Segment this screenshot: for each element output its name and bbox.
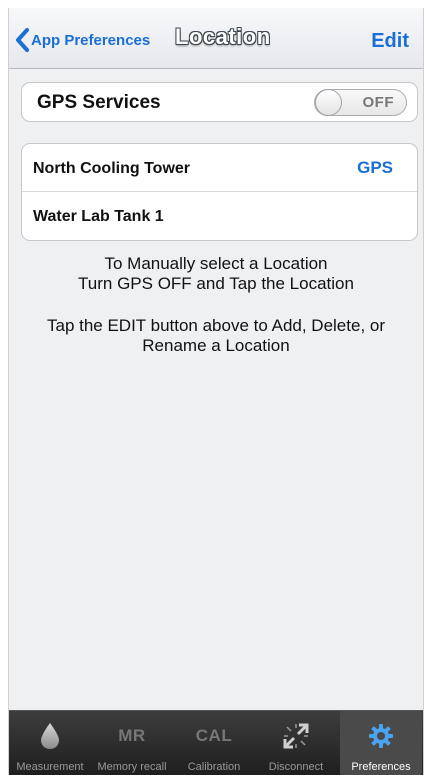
tab-label: Disconnect	[268, 761, 324, 773]
water-drop-icon	[9, 721, 91, 751]
calibration-icon: CAL	[173, 721, 255, 751]
location-name: Water Lab Tank 1	[33, 208, 164, 225]
tab-disconnect[interactable]: Disconnect	[255, 711, 337, 775]
tab-calibration[interactable]: CAL Calibration	[173, 711, 255, 775]
calibration-icon-text: CAL	[195, 726, 233, 745]
gps-location-badge: GPS	[357, 158, 393, 177]
gps-services-row: GPS Services OFF	[21, 82, 418, 122]
back-button[interactable]: App Preferences	[15, 26, 150, 54]
gps-toggle[interactable]: OFF	[314, 89, 407, 116]
tab-label: Measurement	[16, 761, 84, 773]
gps-services-label: GPS Services	[37, 92, 161, 113]
navigation-bar: App Preferences Location Edit	[9, 8, 423, 69]
edit-button[interactable]: Edit	[371, 30, 409, 53]
disconnect-icon	[255, 721, 337, 751]
location-list: North Cooling Tower GPS Water Lab Tank 1	[21, 143, 418, 241]
memory-recall-icon: MR	[91, 721, 173, 751]
memory-recall-icon-text: MR	[118, 726, 146, 745]
toggle-knob	[315, 89, 342, 116]
page-title: Location	[175, 24, 271, 49]
gear-icon	[340, 721, 422, 751]
app-screen: App Preferences Location Edit GPS Servic…	[8, 8, 424, 775]
instruction-line: To Manually select a Location	[104, 254, 328, 273]
edit-instructions: Tap the EDIT button above to Add, Delete…	[9, 316, 423, 356]
tab-memory-recall[interactable]: MR Memory recall	[91, 711, 173, 775]
back-button-label: App Preferences	[31, 31, 151, 49]
tab-measurement[interactable]: Measurement	[9, 711, 91, 775]
tab-label: Calibration	[187, 761, 241, 773]
chevron-left-icon	[15, 28, 29, 52]
tab-label: Memory recall	[97, 761, 167, 773]
instruction-line: Turn GPS OFF and Tap the Location	[78, 274, 354, 293]
instruction-line: Rename a Location	[142, 336, 290, 355]
location-name: North Cooling Tower	[33, 160, 191, 177]
tab-bar: Measurement MR Memory recall CAL Calibra…	[9, 710, 423, 775]
toggle-state-label: OFF	[362, 94, 394, 111]
list-item[interactable]: North Cooling Tower GPS	[22, 144, 417, 192]
tab-label: Preferences	[351, 761, 411, 773]
list-item[interactable]: Water Lab Tank 1	[22, 192, 417, 239]
instruction-line: Tap the EDIT button above to Add, Delete…	[46, 316, 386, 335]
tab-preferences[interactable]: Preferences	[340, 711, 422, 775]
manual-select-instructions: To Manually select a Location Turn GPS O…	[9, 254, 423, 294]
